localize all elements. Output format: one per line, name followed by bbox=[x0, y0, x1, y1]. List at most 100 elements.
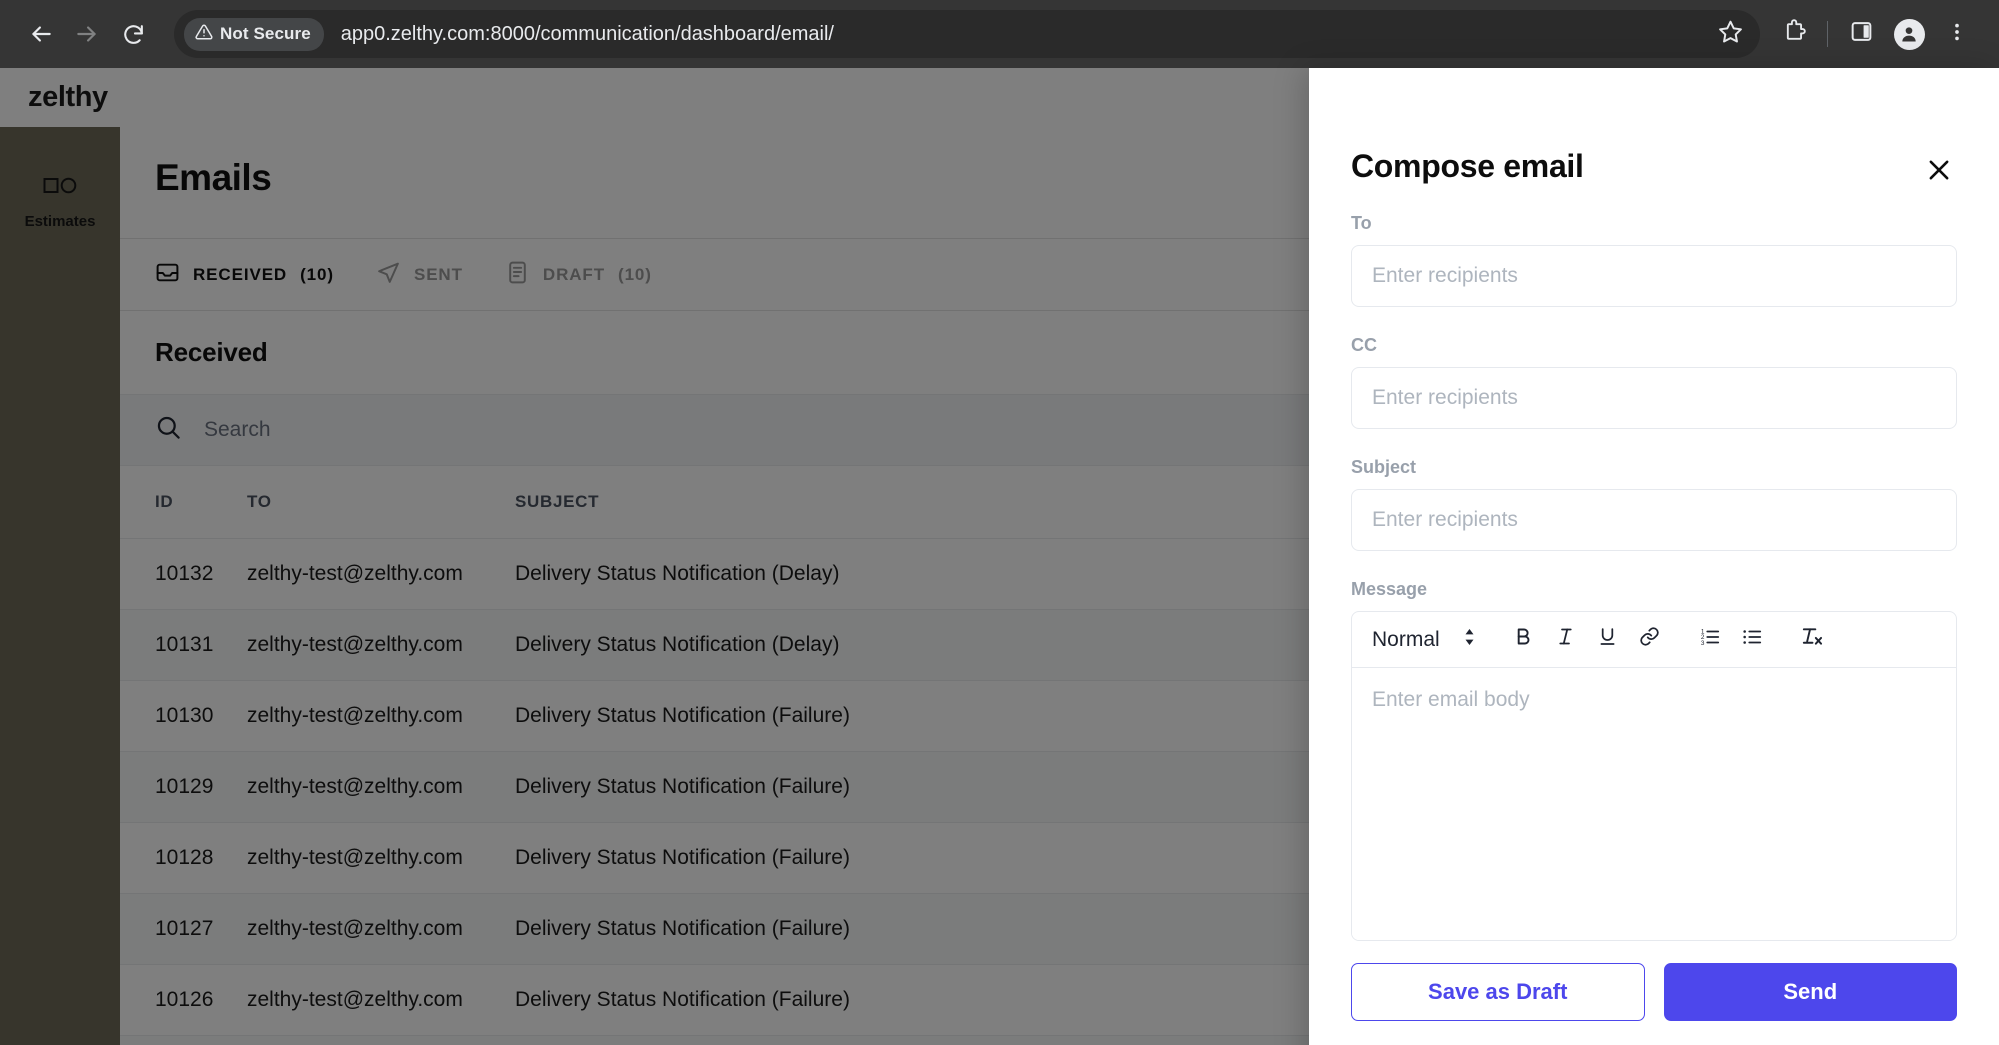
rich-text-editor: Normal 1 2 3 Enter email body bbox=[1351, 611, 1957, 941]
tab-draft-count: (10) bbox=[618, 265, 652, 284]
profile-button[interactable] bbox=[1885, 10, 1933, 58]
search-input[interactable]: Search bbox=[204, 418, 271, 442]
back-button[interactable] bbox=[18, 11, 64, 57]
cc-field-group: CC Enter recipients bbox=[1351, 335, 1957, 429]
editor-toolbar: Normal 1 2 3 bbox=[1352, 612, 1956, 668]
svg-text:3: 3 bbox=[1701, 639, 1705, 646]
email-row-to: zelthy-test@zelthy.com bbox=[247, 609, 515, 681]
email-row-id: 10129 bbox=[120, 751, 247, 823]
email-row-to: zelthy-test@zelthy.com bbox=[247, 751, 515, 823]
inbox-icon bbox=[155, 260, 180, 290]
reload-button[interactable] bbox=[110, 11, 156, 57]
email-row-id: 10131 bbox=[120, 609, 247, 681]
format-select[interactable]: Normal bbox=[1372, 627, 1477, 652]
email-body-placeholder: Enter email body bbox=[1372, 688, 1530, 711]
bold-icon bbox=[1513, 626, 1534, 653]
email-row-to: zelthy-test@zelthy.com bbox=[247, 893, 515, 965]
column-header-to[interactable]: TO bbox=[247, 466, 515, 539]
sidebar-item-label: Estimates bbox=[24, 213, 96, 230]
link-button[interactable] bbox=[1631, 621, 1669, 659]
bookmark-button[interactable] bbox=[1708, 12, 1752, 56]
clear-format-button[interactable] bbox=[1793, 621, 1831, 659]
email-row-id: 10128 bbox=[120, 822, 247, 894]
ordered-list-icon: 1 2 3 bbox=[1699, 626, 1721, 654]
security-status-chip[interactable]: Not Secure bbox=[184, 17, 324, 51]
format-select-value: Normal bbox=[1372, 627, 1440, 651]
to-field-label: To bbox=[1351, 213, 1372, 233]
italic-icon bbox=[1555, 626, 1576, 653]
chevron-updown-icon bbox=[1462, 627, 1477, 652]
email-row-to: zelthy-test@zelthy.com bbox=[247, 538, 515, 610]
underline-button[interactable] bbox=[1589, 621, 1627, 659]
send-button[interactable]: Send bbox=[1663, 963, 1957, 1021]
clear-format-icon bbox=[1800, 625, 1823, 654]
cc-input-placeholder: Enter recipients bbox=[1372, 386, 1518, 409]
email-row-id: 10126 bbox=[120, 964, 247, 1036]
email-row-id: 10127 bbox=[120, 893, 247, 965]
tab-draft-label: DRAFT bbox=[542, 265, 606, 284]
tab-draft[interactable]: DRAFT (10) bbox=[505, 260, 652, 290]
email-row-to: zelthy-test@zelthy.com bbox=[247, 822, 515, 894]
save-as-draft-button[interactable]: Save as Draft bbox=[1351, 963, 1645, 1021]
left-sidebar: Estimates bbox=[0, 127, 120, 1045]
document-lines-icon bbox=[505, 260, 530, 290]
compose-actions: Save as Draft Send bbox=[1351, 963, 1957, 1021]
to-field[interactable]: Enter recipients bbox=[1351, 245, 1957, 307]
tab-sent[interactable]: SENT bbox=[376, 260, 463, 290]
security-status-label: Not Secure bbox=[220, 24, 311, 43]
app-brand-logo: zelthy bbox=[28, 81, 108, 113]
column-header-id[interactable]: ID bbox=[120, 466, 247, 539]
forward-button[interactable] bbox=[64, 11, 110, 57]
email-row-id: 10130 bbox=[120, 680, 247, 752]
email-body-input[interactable]: Enter email body bbox=[1352, 668, 1956, 940]
bullet-list-button[interactable] bbox=[1733, 621, 1771, 659]
screen-root: Not Secure app0.zelthy.com:8000/communic… bbox=[0, 0, 1999, 1045]
url-text: app0.zelthy.com:8000/communication/dashb… bbox=[340, 22, 834, 45]
reload-icon bbox=[121, 22, 146, 47]
link-icon bbox=[1639, 626, 1660, 653]
side-panel-icon bbox=[1849, 19, 1874, 49]
message-field-label: Message bbox=[1351, 579, 1428, 599]
search-icon bbox=[155, 414, 182, 446]
toolbar-divider bbox=[1827, 21, 1828, 47]
tab-received-label: RECEIVED bbox=[193, 265, 288, 284]
email-row-id: 10125 bbox=[120, 1035, 247, 1045]
email-row-id: 10132 bbox=[120, 538, 247, 610]
star-icon bbox=[1718, 19, 1743, 49]
profile-avatar-icon bbox=[1893, 18, 1925, 50]
extensions-button[interactable] bbox=[1770, 10, 1818, 58]
close-compose-button[interactable] bbox=[1917, 150, 1961, 194]
italic-button[interactable] bbox=[1547, 621, 1585, 659]
subject-field-group: Subject Enter recipients bbox=[1351, 457, 1957, 551]
message-field-group: Message Normal 1 2 3 Enter email body bbox=[1351, 579, 1957, 941]
warning-triangle-icon bbox=[195, 23, 213, 46]
email-row-to: zelthy-test@zelthy.com bbox=[247, 680, 515, 752]
browser-menu-button[interactable] bbox=[1933, 10, 1981, 58]
cc-field-label: CC bbox=[1351, 335, 1377, 355]
sidebar-item-estimates[interactable]: Estimates bbox=[0, 169, 120, 236]
bold-button[interactable] bbox=[1505, 621, 1543, 659]
cc-field[interactable]: Enter recipients bbox=[1351, 367, 1957, 429]
compose-email-panel: Compose email To Enter recipients CC Ent… bbox=[1309, 68, 1999, 1045]
puzzle-piece-icon bbox=[1782, 19, 1807, 49]
tab-received[interactable]: RECEIVED (10) bbox=[155, 260, 334, 290]
compose-panel-title: Compose email bbox=[1351, 148, 1584, 184]
square-circle-icon bbox=[43, 175, 77, 202]
tab-received-count: (10) bbox=[300, 265, 334, 284]
browser-toolbar: Not Secure app0.zelthy.com:8000/communic… bbox=[0, 0, 1999, 68]
address-bar[interactable]: Not Secure app0.zelthy.com:8000/communic… bbox=[174, 10, 1760, 58]
underline-icon bbox=[1597, 626, 1618, 653]
to-input-placeholder: Enter recipients bbox=[1372, 264, 1518, 287]
tab-sent-label: SENT bbox=[413, 265, 463, 284]
side-panel-button[interactable] bbox=[1837, 10, 1885, 58]
subject-field-label: Subject bbox=[1351, 457, 1417, 477]
subject-input-placeholder: Enter recipients bbox=[1372, 508, 1518, 531]
subject-field[interactable]: Enter recipients bbox=[1351, 489, 1957, 551]
forward-arrow-icon bbox=[74, 21, 100, 47]
three-dot-menu-icon bbox=[1946, 21, 1968, 48]
email-row-to: zelthy-test@zelthy.com bbox=[247, 1035, 515, 1045]
send-paper-plane-icon bbox=[376, 260, 401, 290]
ordered-list-button[interactable]: 1 2 3 bbox=[1691, 621, 1729, 659]
bullet-list-icon bbox=[1741, 626, 1763, 654]
back-arrow-icon bbox=[28, 21, 54, 47]
